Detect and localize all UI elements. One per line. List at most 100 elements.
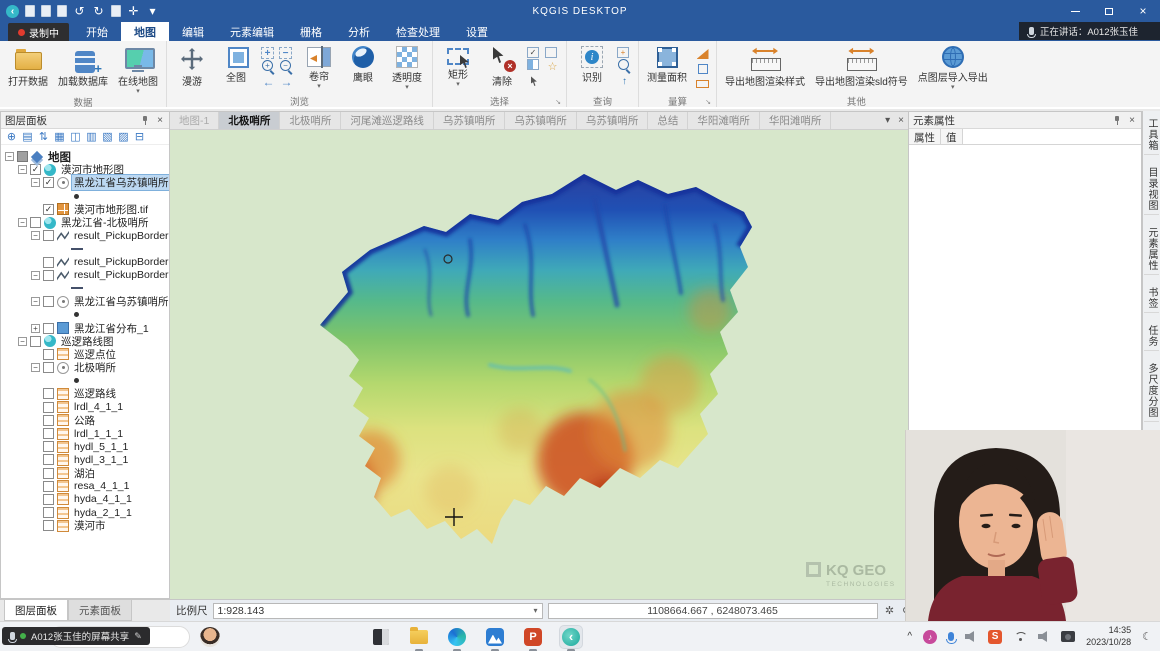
layer-tree-row[interactable]: hydl_5_1_1 — [1, 440, 169, 453]
menu-item[interactable]: 设置 — [453, 22, 501, 41]
edge-browser-icon[interactable] — [446, 626, 468, 648]
tray-expand-icon[interactable]: ^ — [907, 631, 912, 642]
select-by-shape-icon[interactable] — [545, 47, 557, 58]
load-database-button[interactable]: 加载数据库 — [53, 41, 113, 88]
layer-tree-row[interactable]: 黑龙江省乌苏镇哨所 — [1, 295, 169, 308]
menu-item[interactable]: 分析 — [335, 22, 383, 41]
full-extent-button[interactable]: 全图 — [214, 41, 258, 84]
column-header[interactable]: 属性 — [909, 129, 941, 144]
layer-checkbox[interactable] — [43, 296, 54, 307]
swipe-button[interactable]: 卷帘 — [297, 41, 341, 90]
locate-icon[interactable]: ↑ — [617, 74, 632, 88]
screen-share-pill[interactable]: A012张玉佳的屏幕共享 — [2, 627, 150, 645]
map-tab[interactable]: 乌苏镇哨所 — [434, 112, 506, 129]
layer-checkbox[interactable] — [43, 468, 54, 479]
right-dock-tab[interactable]: 目录视图 — [1144, 164, 1159, 215]
speaker-icon[interactable] — [965, 631, 977, 642]
layer-tree-row[interactable]: result_PickupBorder-2 — [1, 229, 169, 242]
sogou-input-icon[interactable]: S — [988, 630, 1002, 644]
right-dock-tab[interactable]: 多尺度分图 — [1144, 360, 1159, 422]
layer-tree-row[interactable]: 巡逻点位 — [1, 348, 169, 361]
layer-checkbox[interactable] — [43, 494, 54, 505]
menu-item[interactable]: 元素编辑 — [217, 22, 287, 41]
layer-tree-row[interactable]: 漠河市 — [1, 519, 169, 532]
layer-checkbox[interactable] — [43, 362, 54, 373]
eagle-eye-button[interactable]: 鹰眼 — [341, 41, 385, 84]
layer-label[interactable]: 湖泊 — [72, 466, 97, 481]
wifi-icon[interactable] — [1013, 632, 1027, 642]
menu-item[interactable]: 开始 — [73, 22, 121, 41]
file-explorer-icon[interactable] — [408, 626, 430, 648]
layer-checkbox[interactable] — [43, 270, 54, 281]
layer-tree-row[interactable]: lrdl_1_1_1 — [1, 427, 169, 440]
night-mode-icon[interactable]: ☾ — [1142, 630, 1152, 643]
map-tab[interactable]: 河尾滩巡逻路线 — [341, 112, 434, 129]
map-app-icon[interactable] — [484, 626, 506, 648]
measure-square-icon[interactable] — [695, 62, 710, 76]
scale-combobox[interactable]: 1:928.143 ▾ — [213, 603, 543, 619]
layer-checkbox[interactable] — [43, 428, 54, 439]
pan-tool-icon[interactable]: ✛ — [127, 5, 140, 18]
legend-view-icon[interactable]: ▨ — [117, 130, 130, 143]
camera-icon[interactable] — [1061, 631, 1075, 642]
tab-list-icon[interactable]: ▾ — [885, 115, 890, 126]
transparency-button[interactable]: 透明度 — [385, 41, 429, 91]
layer-tree-row[interactable] — [1, 242, 169, 255]
export-doc-icon[interactable] — [111, 5, 121, 17]
right-dock-tab[interactable]: 工具箱 — [1144, 115, 1159, 155]
zoom-window-in-icon[interactable]: + — [261, 47, 274, 59]
map-tab[interactable]: 北极哨所 — [219, 112, 280, 129]
layer-tree-row[interactable]: 黑龙江省-北极哨所 — [1, 216, 169, 229]
layer-label[interactable]: 北极哨所 — [72, 360, 118, 375]
layer-label[interactable]: 巡逻路线 — [72, 386, 118, 401]
expander-icon[interactable] — [18, 165, 27, 174]
layer-list-icon[interactable]: ▤ — [21, 130, 34, 143]
layer-checkbox[interactable] — [30, 164, 41, 175]
layer-tree-row[interactable] — [1, 190, 169, 203]
map-tab[interactable]: 总结 — [648, 112, 688, 129]
expander-icon[interactable] — [31, 324, 40, 333]
music-app-icon[interactable]: ♪ — [923, 630, 937, 644]
microphone-icon[interactable] — [948, 632, 954, 641]
map-tab[interactable]: 乌苏镇哨所 — [505, 112, 577, 129]
expander-icon[interactable] — [31, 363, 40, 372]
undo-icon[interactable]: ↺ — [73, 5, 86, 18]
layer-label[interactable]: result_PickupBorder — [72, 269, 169, 281]
right-dock-tab[interactable]: 任务 — [1144, 322, 1159, 351]
layer-checkbox[interactable] — [30, 336, 41, 347]
layer-checkbox[interactable] — [43, 204, 54, 215]
user-avatar[interactable] — [200, 627, 220, 647]
group-layers-icon[interactable]: ▦ — [53, 130, 66, 143]
dock-tab[interactable]: 元素面板 — [68, 600, 132, 621]
export-sld-button[interactable]: 导出地图渲染sld符号 — [810, 41, 913, 88]
save-doc-icon[interactable] — [57, 5, 67, 17]
reorder-layers-icon[interactable]: ⇅ — [37, 130, 50, 143]
menu-item[interactable]: 检查处理 — [383, 22, 453, 41]
layer-checkbox[interactable] — [43, 481, 54, 492]
layer-label[interactable]: 漠河市 — [72, 518, 108, 533]
layer-label[interactable]: 黑龙江省-北极哨所 — [59, 215, 151, 230]
layer-tree-row[interactable]: result_PickupBorder — [1, 269, 169, 282]
layer-tree-row[interactable]: 湖泊 — [1, 467, 169, 480]
layer-tree-row[interactable] — [1, 308, 169, 321]
kqgis-app-icon[interactable] — [560, 626, 582, 648]
redo-icon[interactable]: ↻ — [92, 5, 105, 18]
layer-checkbox[interactable] — [43, 230, 54, 241]
layer-tree-row[interactable]: 漠河市地形图.tif — [1, 203, 169, 216]
collapse-all-icon[interactable]: ⊟ — [133, 130, 146, 143]
layer-label[interactable]: hyda_4_1_1 — [72, 493, 134, 505]
next-view-icon[interactable]: → — [279, 75, 294, 89]
layer-label[interactable]: lrdl_1_1_1 — [72, 428, 125, 440]
expander-icon[interactable] — [31, 297, 40, 306]
right-dock-tab[interactable]: 元素属性 — [1144, 224, 1159, 275]
measure-angle-icon[interactable] — [695, 47, 710, 61]
menu-item[interactable]: 地图 — [121, 22, 169, 41]
layer-label[interactable]: result_PickupBorder-2 — [72, 230, 169, 242]
layer-tree-row[interactable] — [1, 282, 169, 295]
notebook-app-icon[interactable] — [370, 626, 392, 648]
layer-checkbox[interactable] — [43, 454, 54, 465]
taskbar-clock[interactable]: 14:35 2023/10/28 — [1086, 625, 1131, 648]
identify-button[interactable]: 识别 — [570, 41, 614, 84]
layer-tree-row[interactable]: hydl_3_1_1 — [1, 453, 169, 466]
dock-tab[interactable]: 图层面板 — [4, 600, 68, 621]
